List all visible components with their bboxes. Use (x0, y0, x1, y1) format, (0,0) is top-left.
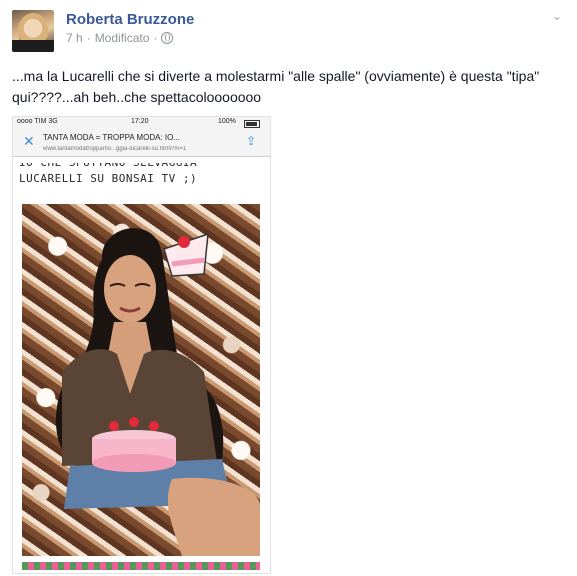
avatar-shirt (12, 40, 54, 52)
battery-icon (244, 120, 260, 128)
post-time[interactable]: 7 h (66, 31, 83, 45)
browser-url-bar: ✕ TANTA MODA = TROPPA MODA: IO... www.ta… (13, 128, 270, 157)
post-image[interactable]: oooo TIM 3G 17:20 100% ✕ TANTA MODA = TR… (12, 116, 271, 574)
chevron-down-icon[interactable]: ⌄ (549, 8, 565, 24)
embedded-bottom-strip (22, 562, 260, 570)
caption-line-1: IO CHE SPUTTANO SELVAGGIA (19, 156, 198, 169)
neck (108, 322, 152, 354)
meta-separator-2: · (153, 31, 158, 45)
post-text: ...ma la Lucarelli che si diverte a mole… (12, 68, 540, 105)
strawberry-1 (109, 421, 119, 431)
strawberry-3 (149, 421, 159, 431)
cake-bottom (92, 454, 176, 472)
phone-status-bar: oooo TIM 3G 17:20 100% (13, 117, 270, 128)
post-meta: 7 h · Modificato · (66, 31, 174, 45)
photo-illustration (55, 228, 260, 556)
author-name[interactable]: Roberta Bruzzone (66, 11, 194, 28)
embedded-photo (22, 204, 260, 556)
facebook-post: Roberta Bruzzone 7 h · Modificato · ⌄ ..… (0, 0, 577, 576)
strawberry-2 (129, 417, 139, 427)
close-icon: ✕ (23, 133, 35, 149)
status-time: 17:20 (131, 118, 149, 125)
face-shape (104, 255, 156, 323)
globe-icon[interactable] (161, 32, 174, 44)
author-avatar[interactable] (12, 10, 54, 52)
browser-url: www.tantamodatroppamo...ggia-lucarelli-s… (43, 146, 187, 152)
cake-slice-strawberry (178, 236, 190, 248)
edited-label[interactable]: Modificato (95, 31, 150, 45)
battery-label: 100% (218, 118, 236, 125)
share-icon: ⇪ (246, 134, 257, 148)
legs (167, 477, 260, 556)
browser-page-title: TANTA MODA = TROPPA MODA: IO... (43, 133, 180, 142)
meta-separator: · (86, 31, 91, 45)
carrier-label: oooo TIM 3G (17, 118, 58, 125)
caption-line-2: LUCARELLI SU BONSAI TV ;) (19, 172, 198, 185)
